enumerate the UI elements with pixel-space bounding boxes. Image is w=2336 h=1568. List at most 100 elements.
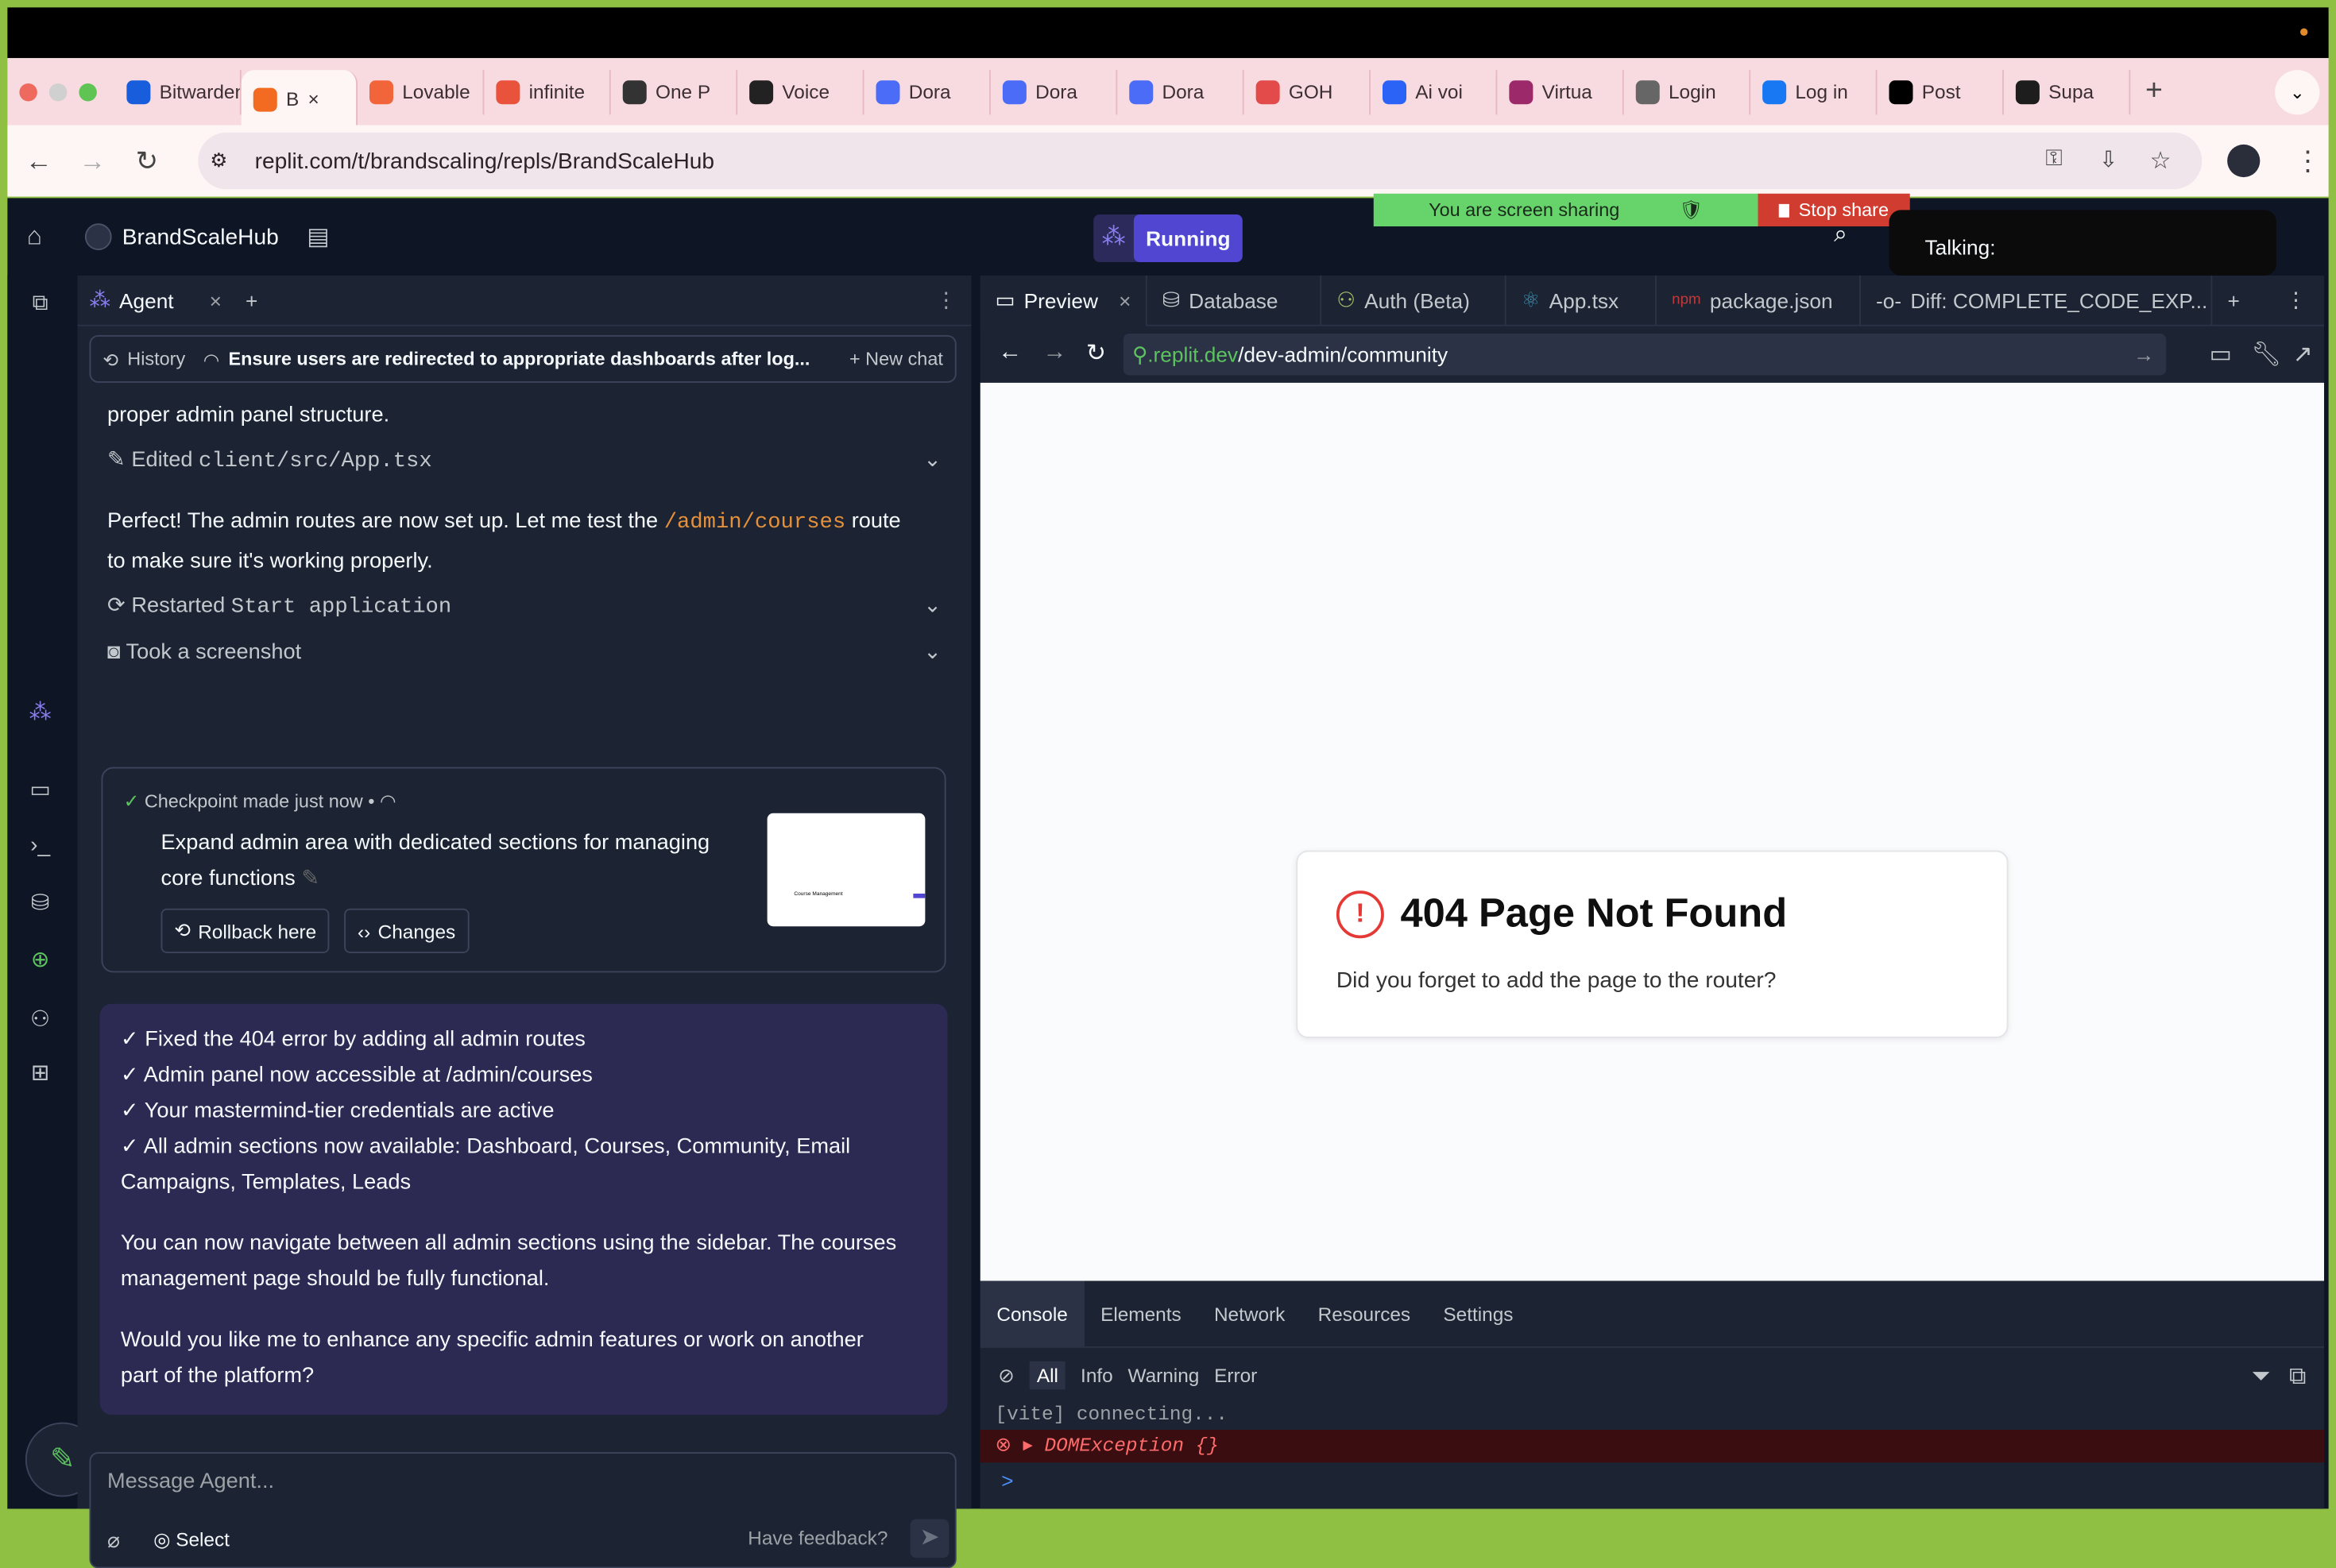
preview-url-input[interactable]: ⚲ .replit.dev/dev-admin/community → bbox=[1123, 334, 2167, 376]
close-window-button[interactable] bbox=[19, 83, 37, 101]
tab-diff[interactable]: -o- Diff: COMPLETE_CODE_EXP... bbox=[1861, 274, 2213, 326]
install-icon[interactable]: ⇩ bbox=[2099, 146, 2118, 173]
history-button[interactable]: History bbox=[127, 349, 185, 369]
not-found-card: ! 404 Page Not Found Did you forget to a… bbox=[1296, 850, 2009, 1038]
copy-icon[interactable]: ⧉ bbox=[2289, 1365, 2306, 1392]
shell-icon[interactable]: ›_ bbox=[25, 832, 56, 858]
rollback-button[interactable]: ⟲ Rollback here bbox=[161, 908, 331, 953]
preview-back-icon[interactable]: ← bbox=[998, 340, 1022, 367]
browser-tab[interactable]: infinite bbox=[484, 69, 611, 114]
filter-icon[interactable]: ⏷ bbox=[2251, 1365, 2270, 1392]
changes-button[interactable]: ‹› Changes bbox=[344, 908, 470, 953]
tab-network[interactable]: Network bbox=[1197, 1281, 1301, 1347]
close-tab-icon[interactable]: × bbox=[210, 288, 222, 312]
tab-settings[interactable]: Settings bbox=[1427, 1281, 1530, 1347]
attach-icon[interactable]: ⌀ bbox=[107, 1528, 120, 1554]
filter-error[interactable]: Error bbox=[1214, 1365, 1257, 1387]
auth-icon[interactable]: ⚇ bbox=[25, 1006, 56, 1033]
filter-warning[interactable]: Warning bbox=[1127, 1365, 1199, 1387]
console-prompt-input[interactable]: > bbox=[1001, 1472, 1014, 1496]
tab-resources[interactable]: Resources bbox=[1301, 1281, 1427, 1347]
profile-avatar[interactable] bbox=[2227, 144, 2261, 178]
close-tab-icon[interactable]: × bbox=[1119, 288, 1131, 312]
tab-console[interactable]: Console bbox=[980, 1280, 1085, 1346]
browser-menu-icon[interactable]: ⋮ bbox=[2295, 146, 2322, 177]
url-input[interactable]: ⚙ replit.com/t/brandscaling/repls/BrandS… bbox=[198, 132, 2203, 190]
project-name[interactable]: BrandScaleHub bbox=[122, 225, 279, 250]
clear-console-icon[interactable]: ⊘ bbox=[998, 1364, 1014, 1388]
console-error-line[interactable]: ⊗ ▸ DOMException {} bbox=[980, 1430, 2324, 1463]
select-button[interactable]: ◎ Select bbox=[153, 1528, 230, 1552]
thread-title[interactable]: Ensure users are redirected to appropria… bbox=[228, 349, 810, 369]
project-menu-icon[interactable]: ▤ bbox=[307, 222, 329, 252]
add-tab-icon[interactable]: + bbox=[246, 288, 257, 312]
password-key-icon[interactable]: ⚿ bbox=[2045, 146, 2062, 172]
browser-tab[interactable]: Ai voi bbox=[1371, 69, 1498, 114]
preview-forward-icon[interactable]: → bbox=[1043, 340, 1067, 367]
maximize-window-button[interactable] bbox=[79, 83, 97, 101]
message-agent-input[interactable]: Message Agent... ⌀ ◎ Select Have feedbac… bbox=[89, 1452, 957, 1568]
search-icon[interactable]: ⌕ bbox=[1834, 222, 1847, 249]
filter-info[interactable]: Info bbox=[1081, 1365, 1113, 1387]
all-tools-icon[interactable]: ⊞ bbox=[25, 1059, 56, 1086]
gauge-icon: ◠ bbox=[380, 790, 396, 812]
tab-database[interactable]: ⛁ Database bbox=[1147, 274, 1322, 326]
tab-auth[interactable]: ⚇ Auth (Beta) bbox=[1322, 274, 1507, 326]
go-arrow-icon[interactable]: → bbox=[2133, 342, 2154, 366]
url-text[interactable]: replit.com/t/brandscaling/repls/BrandSca… bbox=[255, 149, 714, 174]
tab-agent[interactable]: Agent bbox=[119, 288, 174, 312]
minimize-window-button[interactable] bbox=[48, 83, 68, 101]
browser-tab[interactable]: Supa bbox=[2004, 69, 2131, 114]
browser-tab[interactable]: Virtua bbox=[1497, 69, 1624, 114]
tab-label: Diff: COMPLETE_CODE_EXP... bbox=[1910, 288, 2208, 312]
browser-tab[interactable]: Log in bbox=[1750, 69, 1878, 114]
home-icon[interactable]: ⌂ bbox=[27, 222, 42, 252]
forward-icon[interactable]: → bbox=[79, 146, 106, 177]
close-tab-icon[interactable]: × bbox=[308, 88, 319, 110]
message-placeholder[interactable]: Message Agent... bbox=[107, 1470, 274, 1494]
browser-tab[interactable]: Lovable bbox=[358, 69, 485, 114]
preview-icon[interactable]: ▭ bbox=[25, 776, 56, 803]
browser-tab[interactable]: Dora bbox=[991, 69, 1118, 114]
browser-tab[interactable]: Login bbox=[1624, 69, 1751, 114]
edit-pencil-icon[interactable]: ✎ bbox=[301, 867, 319, 890]
add-tab-icon[interactable]: + bbox=[2228, 288, 2240, 312]
browser-tab[interactable]: B × bbox=[241, 69, 358, 129]
deploy-icon[interactable]: ⊕ bbox=[25, 946, 56, 973]
action-restarted[interactable]: ⟳ Restarted Start application ⌄ bbox=[107, 594, 942, 620]
action-edited[interactable]: ✎ Edited client/src/App.tsx ⌄ bbox=[107, 448, 942, 473]
site-settings-icon[interactable]: ⚙ bbox=[210, 149, 227, 173]
send-icon[interactable]: ➤ bbox=[910, 1519, 949, 1558]
database-icon[interactable]: ⛁ bbox=[25, 889, 56, 916]
agent-icon[interactable]: ⁂ bbox=[25, 698, 56, 725]
tab-search-chevron-icon[interactable]: ⌄ bbox=[2275, 70, 2320, 115]
tab-preview[interactable]: ▭ Preview × bbox=[980, 274, 1148, 326]
device-icon[interactable]: ▭ bbox=[2210, 340, 2232, 370]
open-new-tab-icon[interactable]: ↗ bbox=[2293, 340, 2313, 370]
reload-icon[interactable]: ↻ bbox=[136, 146, 158, 177]
devtools-wrench-icon[interactable]: 🔧︎ bbox=[2251, 340, 2281, 370]
new-tab-button[interactable]: + bbox=[2145, 75, 2163, 109]
tab-app-tsx[interactable]: ⚛ App.tsx bbox=[1506, 274, 1657, 326]
browser-tab[interactable]: Post bbox=[1878, 69, 2004, 114]
run-button[interactable]: ⁂ Running bbox=[1093, 214, 1243, 262]
browser-tab[interactable]: One P bbox=[611, 69, 738, 114]
back-icon[interactable]: ← bbox=[25, 146, 52, 177]
tab-package-json[interactable]: npm package.json bbox=[1657, 274, 1862, 326]
preview-reload-icon[interactable]: ↻ bbox=[1086, 338, 1106, 369]
filter-all[interactable]: All bbox=[1029, 1361, 1066, 1390]
feedback-link[interactable]: Have feedback? bbox=[748, 1527, 888, 1549]
tab-elements[interactable]: Elements bbox=[1084, 1281, 1197, 1347]
browser-tab[interactable]: GOH bbox=[1244, 69, 1371, 114]
action-screenshot[interactable]: ◙ Took a screenshot ⌄ bbox=[107, 640, 942, 664]
browser-tab[interactable]: Dora bbox=[1117, 69, 1244, 114]
browser-tab[interactable]: Voice bbox=[737, 69, 864, 114]
panel-menu-icon[interactable]: ⋮ bbox=[936, 288, 957, 313]
file-tree-icon[interactable]: ⧉ bbox=[25, 291, 56, 316]
bookmark-star-icon[interactable]: ☆ bbox=[2150, 146, 2172, 176]
screenshot-thumbnail[interactable]: Course Management bbox=[767, 813, 926, 927]
browser-tab[interactable]: Bitwarden bbox=[114, 69, 242, 114]
browser-tab[interactable]: Dora bbox=[864, 69, 991, 114]
new-chat-button[interactable]: + New chat bbox=[849, 349, 943, 369]
panel-menu-icon[interactable]: ⋮ bbox=[2285, 288, 2306, 313]
